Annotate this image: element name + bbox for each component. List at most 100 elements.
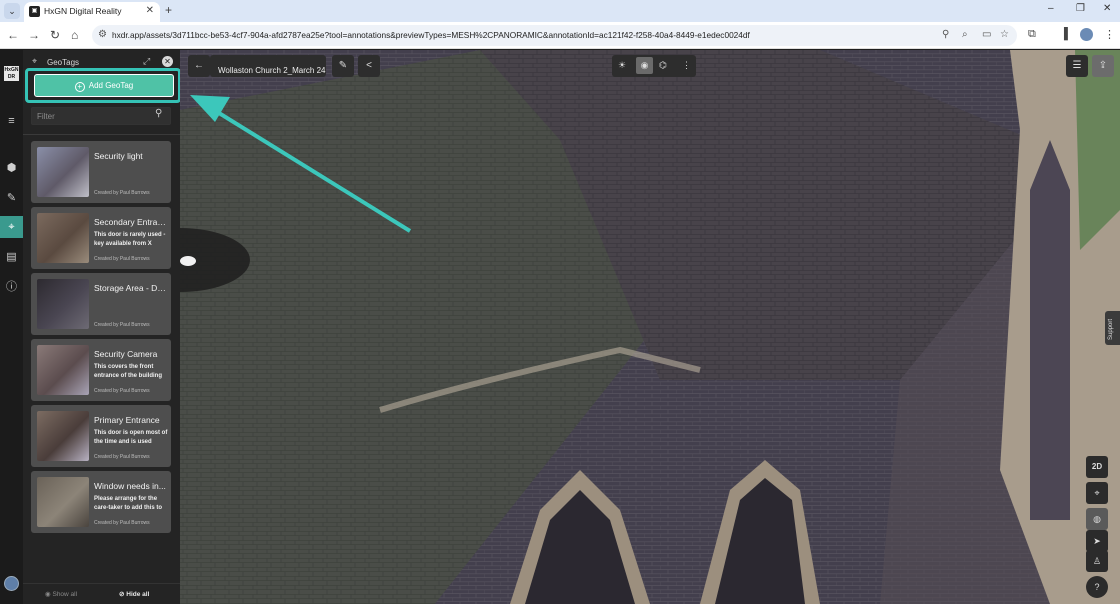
geotag-author: Created by Paul Burrows [94, 520, 150, 526]
location-icon[interactable]: ⚲ [942, 29, 949, 40]
share-icon[interactable]: < [358, 55, 380, 77]
more-options-icon[interactable]: ⋮ [682, 60, 691, 71]
panel-footer: ◉ Show all ⊘ Hide all [23, 583, 180, 604]
show-all-button[interactable]: ◉ Show all [45, 590, 77, 598]
tab-title: HxGN Digital Reality [44, 6, 122, 16]
geotag-title: Security light [94, 151, 143, 161]
help-icon[interactable]: ? [1086, 576, 1108, 598]
geotag-author: Created by Paul Burrows [94, 322, 150, 328]
tab-close-icon[interactable]: ✕ [146, 5, 154, 16]
plus-circle-icon: + [74, 82, 85, 92]
3d-viewer-canvas[interactable]: ← Wollaston Church 2_March 24 ✎ < ☀ ◉ ⌬ … [180, 50, 1120, 604]
geotag-title: Storage Area - DO... [94, 283, 168, 293]
scene-title-bar: Wollaston Church 2_March 24 [210, 55, 326, 77]
side-panel-icon[interactable]: ▐ [1060, 28, 1068, 40]
close-panel-icon[interactable]: ✕ [162, 56, 173, 67]
filter-input[interactable] [31, 107, 171, 125]
install-icon[interactable]: ▭ [982, 29, 991, 40]
geotag-card[interactable]: Security Camera This covers the front en… [31, 339, 171, 401]
layers-icon[interactable]: ⬢ [0, 157, 23, 179]
geotag-author: Created by Paul Burrows [94, 190, 150, 196]
bookmark-star-icon[interactable]: ☆ [1000, 29, 1009, 40]
geotags-panel: ⌖ GeoTags ⤢ ✕ +Add GeoTag ⚲ Security lig… [23, 50, 181, 604]
geotag-title: Security Camera [94, 349, 158, 359]
forward-button[interactable]: → [28, 28, 40, 42]
geotag-icon[interactable]: ⌖ [0, 216, 23, 238]
geotag-title: Window needs in... [94, 481, 166, 491]
geotag-card[interactable]: Secondary Entran... This door is rarely … [31, 207, 171, 269]
hxgn-logo[interactable]: HxGN DR [4, 66, 19, 81]
close-window-button[interactable]: ✕ [1103, 3, 1111, 14]
scene-title: Wollaston Church 2_March 24 [218, 66, 326, 75]
geotag-thumbnail [37, 477, 89, 527]
hide-all-button[interactable]: ⊘ Hide all [119, 590, 149, 598]
geotag-thumbnail [37, 147, 89, 197]
back-arrow-button[interactable]: ← [188, 55, 210, 77]
geotag-card[interactable]: Window needs in... Please arrange for th… [31, 471, 171, 533]
geotag-title: Secondary Entran... [94, 217, 168, 227]
locate-icon[interactable]: ⌖ [1086, 482, 1108, 504]
navigate-icon[interactable]: ➤ [1086, 530, 1108, 552]
app-rail: HxGN DR ≡ ⬢ ✎ ⌖ ▤ ⓘ [0, 50, 23, 604]
geotag-card[interactable]: Storage Area - DO... Created by Paul Bur… [31, 273, 171, 335]
measure-tool-icon[interactable]: ✎ [332, 55, 354, 77]
new-tab-button[interactable]: + [165, 3, 172, 17]
tab-search-chevron-down-icon[interactable]: ⌄ [4, 3, 20, 19]
site-settings-icon[interactable]: ⚙ [98, 29, 107, 40]
show-all-label: Show all [52, 591, 78, 598]
panorama-mode-icon[interactable]: ⌬ [659, 60, 667, 71]
menu-icon[interactable]: ≡ [0, 110, 23, 132]
restore-button[interactable]: ❐ [1076, 3, 1085, 14]
zoom-icon[interactable]: ⌕ [962, 29, 968, 40]
church-roof-scene [180, 50, 1120, 604]
panel-title: GeoTags [47, 58, 80, 67]
tag-icon: ⌖ [32, 56, 38, 66]
orbit-icon[interactable]: ◍ [1086, 508, 1108, 530]
info-icon[interactable]: ⓘ [0, 276, 23, 298]
geotag-thumbnail [37, 279, 89, 329]
person-icon[interactable]: ♙ [1086, 550, 1108, 572]
support-label: Support [1108, 318, 1114, 340]
geotag-description: Please arrange for the care-taker to add… [94, 496, 163, 511]
browser-tabstrip: ⌄ ▣ HxGN Digital Reality ✕ + – ❐ ✕ [0, 0, 1120, 22]
profile-avatar[interactable] [1080, 28, 1093, 41]
minimize-button[interactable]: – [1048, 3, 1054, 14]
geotag-thumbnail [37, 411, 89, 461]
reload-button[interactable]: ↻ [50, 28, 60, 42]
url-text[interactable]: hxdr.app/assets/3d711bcc-be53-4cf7-904a-… [112, 30, 750, 40]
geotag-title: Primary Entrance [94, 415, 160, 425]
mesh-mode-icon[interactable]: ◉ [636, 57, 653, 74]
measure-icon[interactable]: ✎ [0, 187, 23, 209]
add-geotag-label: Add GeoTag [88, 81, 134, 90]
geotag-thumbnail [37, 345, 89, 395]
pin-icon[interactable]: ⤢ [143, 56, 150, 67]
support-tab[interactable]: Support [1105, 311, 1120, 345]
add-geotag-button[interactable]: + Add GeoTag [34, 74, 174, 97]
upload-icon[interactable]: ⇪ [1092, 55, 1114, 77]
geotag-description: This door is rarely used - key available… [94, 232, 166, 247]
home-button[interactable]: ⌂ [71, 28, 78, 42]
notes-icon[interactable]: ▤ [0, 246, 23, 268]
user-avatar[interactable] [4, 576, 19, 591]
2d-toggle-button[interactable]: 2D [1086, 456, 1108, 478]
search-icon[interactable]: ⚲ [155, 108, 162, 119]
geotag-card[interactable]: Primary Entrance This door is open most … [31, 405, 171, 467]
point-cloud-icon[interactable]: ☀ [618, 60, 626, 71]
geotag-description: This covers the front entrance of the bu… [94, 364, 163, 379]
hide-all-label: Hide all [126, 591, 150, 598]
geotag-card[interactable]: Security light Created by Paul Burrows [31, 141, 171, 203]
geotag-description: This door is open most of the time and i… [94, 430, 168, 445]
browser-toolbar: ← → ↻ ⌂ ⚙ hxdr.app/assets/3d711bcc-be53-… [0, 22, 1120, 49]
settings-sliders-icon[interactable]: ☰ [1066, 55, 1088, 77]
extensions-icon[interactable]: ⧉ [1028, 28, 1036, 41]
geotag-author: Created by Paul Burrows [94, 454, 150, 460]
back-button[interactable]: ← [7, 28, 19, 42]
address-bar[interactable]: ⚙ hxdr.app/assets/3d711bcc-be53-4cf7-904… [92, 25, 1017, 46]
geotag-thumbnail [37, 213, 89, 263]
divider [23, 134, 180, 135]
browser-tab[interactable]: ▣ HxGN Digital Reality ✕ [24, 2, 160, 22]
favicon-icon: ▣ [29, 6, 40, 17]
add-geotag-highlight: + Add GeoTag [25, 68, 181, 103]
browser-menu-icon[interactable]: ⋮ [1104, 28, 1115, 41]
geotag-author: Created by Paul Burrows [94, 256, 150, 262]
